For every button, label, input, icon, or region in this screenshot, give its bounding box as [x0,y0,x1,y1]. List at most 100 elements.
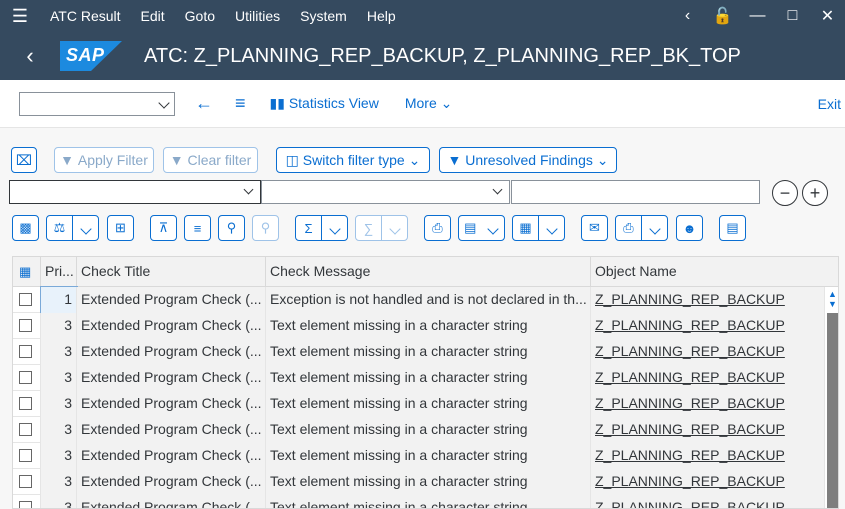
back-arrow-icon[interactable]: ‹ [0,43,60,69]
filter-list-icon[interactable]: ≡ [184,215,211,241]
collapse-left-icon[interactable]: ‹ [670,7,705,25]
menu-goto[interactable]: Goto [175,8,225,24]
object-name-cell[interactable]: Z_PLANNING_REP_BACKUP [591,469,825,495]
object-name-link[interactable]: Z_PLANNING_REP_BACKUP [595,499,785,508]
row-checkbox[interactable] [19,319,32,332]
object-name-link[interactable]: Z_PLANNING_REP_BACKUP [595,447,785,463]
export-dropdown-button[interactable]: ⎙ [615,215,668,241]
check-title-cell[interactable]: Extended Program Check (... [77,469,266,495]
maximize-icon[interactable]: □ [775,7,810,25]
check-title-cell[interactable]: Extended Program Check (... [77,495,266,508]
switch-filter-type-button[interactable]: ◫ Switch filter type ⌄ [276,147,430,173]
priority-cell[interactable]: 3 [41,443,77,469]
check-title-cell[interactable]: Extended Program Check (... [77,391,266,417]
hamburger-menu-icon[interactable]: ☰ [0,0,40,32]
vertical-scrollbar[interactable]: ▲ ▼ [824,287,838,508]
column-header-check-title[interactable]: Check Title [77,257,266,287]
object-name-cell[interactable]: Z_PLANNING_REP_BACKUP [591,287,825,313]
scroll-down-icon[interactable]: ▼ [825,299,838,309]
object-name-link[interactable]: Z_PLANNING_REP_BACKUP [595,291,785,307]
back-icon[interactable]: ← [195,93,213,114]
object-name-link[interactable]: Z_PLANNING_REP_BACKUP [595,395,785,411]
object-name-link[interactable]: Z_PLANNING_REP_BACKUP [595,317,785,333]
check-message-cell[interactable]: Text element missing in a character stri… [266,495,591,508]
clear-filter-button[interactable]: ▼ Clear filter [163,147,258,173]
more-button[interactable]: More ⌄ [405,95,453,112]
row-checkbox[interactable] [19,501,32,508]
print-icon[interactable]: ⎙ [424,215,451,241]
row-checkbox[interactable] [19,423,32,436]
exit-button[interactable]: Exit [818,96,841,112]
sort-ascending-icon[interactable]: ⊼ [150,215,177,241]
mail-icon[interactable]: ✉ [581,215,608,241]
object-name-cell[interactable]: Z_PLANNING_REP_BACKUP [591,339,825,365]
subtotal-dropdown-button[interactable]: ∑ [355,215,408,241]
column-header-priority[interactable]: Pri... [41,257,77,287]
object-name-link[interactable]: Z_PLANNING_REP_BACKUP [595,473,785,489]
table-row[interactable]: 1 Extended Program Check (... Exception is… [13,286,825,314]
priority-cell[interactable]: 3 [41,391,77,417]
remove-filter-row-icon[interactable]: − [772,180,798,206]
priority-cell[interactable]: 3 [41,469,77,495]
menu-utilities[interactable]: Utilities [225,8,290,24]
table-row[interactable]: 3 Extended Program Check (... Text element… [13,313,825,339]
row-checkbox[interactable] [19,449,32,462]
check-message-cell[interactable]: Text element missing in a character stri… [266,417,591,443]
object-name-link[interactable]: Z_PLANNING_REP_BACKUP [595,343,785,359]
transport-icon[interactable]: ≡ [235,93,246,114]
menu-atc-result[interactable]: ATC Result [40,8,131,24]
priority-cell[interactable]: 3 [41,417,77,443]
object-name-cell[interactable]: Z_PLANNING_REP_BACKUP [591,443,825,469]
check-title-cell[interactable]: Extended Program Check (... [77,339,266,365]
priority-cell[interactable]: 3 [41,495,77,508]
check-message-cell[interactable]: Text element missing in a character stri… [266,339,591,365]
close-filter-button[interactable]: ⌧ [11,147,37,173]
table-row[interactable]: 3 Extended Program Check (... Text element… [13,469,825,495]
add-filter-row-icon[interactable]: + [802,180,828,206]
command-field[interactable] [19,91,175,116]
check-message-cell[interactable]: Text element missing in a character stri… [266,391,591,417]
document-settings-icon[interactable]: ▤ [719,215,746,241]
row-checkbox[interactable] [19,371,32,384]
check-message-cell[interactable]: Exception is not handled and is not decl… [266,287,591,313]
filter-field-2[interactable] [261,180,510,204]
insert-icon[interactable]: ⊞ [107,215,134,241]
apply-filter-button[interactable]: ▼ Apply Filter [54,147,154,173]
details-icon[interactable]: ▩ [12,215,39,241]
search-next-icon[interactable]: ⚲ [252,215,279,241]
table-row[interactable]: 3 Extended Program Check (... Text element… [13,391,825,417]
column-header-object-name[interactable]: Object Name [591,257,838,287]
object-name-cell[interactable]: Z_PLANNING_REP_BACKUP [591,313,825,339]
row-checkbox[interactable] [19,475,32,488]
statistics-view-button[interactable]: ▮▮ Statistics View [270,95,379,112]
object-name-cell[interactable]: Z_PLANNING_REP_BACKUP [591,391,825,417]
check-title-cell[interactable]: Extended Program Check (... [77,287,266,313]
search-icon[interactable]: ⚲ [218,215,245,241]
sum-dropdown-button[interactable]: Σ [295,215,348,241]
object-name-cell[interactable]: Z_PLANNING_REP_BACKUP [591,495,825,508]
check-title-cell[interactable]: Extended Program Check (... [77,313,266,339]
priority-cell[interactable]: 3 [41,313,77,339]
table-row[interactable]: 3 Extended Program Check (... Text element… [13,365,825,391]
view-dropdown-button[interactable]: ▤ [458,215,505,241]
unlock-icon[interactable]: 🔓 [705,6,740,26]
filter-field-3[interactable] [511,180,760,204]
object-name-cell[interactable]: Z_PLANNING_REP_BACKUP [591,365,825,391]
object-name-link[interactable]: Z_PLANNING_REP_BACKUP [595,369,785,385]
priority-cell[interactable]: 1 [40,286,78,314]
table-row[interactable]: 3 Extended Program Check (... Text element… [13,417,825,443]
column-header-check-message[interactable]: Check Message [266,257,591,287]
priority-cell[interactable]: 3 [41,339,77,365]
object-name-cell[interactable]: Z_PLANNING_REP_BACKUP [591,417,825,443]
check-title-cell[interactable]: Extended Program Check (... [77,365,266,391]
row-checkbox[interactable] [19,397,32,410]
menu-edit[interactable]: Edit [131,8,175,24]
row-checkbox[interactable] [19,345,32,358]
sort-dropdown-button[interactable]: ⚖ [46,215,99,241]
check-message-cell[interactable]: Text element missing in a character stri… [266,469,591,495]
close-icon[interactable]: ✕ [810,6,845,26]
table-row[interactable]: 3 Extended Program Check (... Text element… [13,443,825,469]
layout-dropdown-button[interactable]: ▦ [512,215,565,241]
users-icon[interactable]: ☻ [676,215,703,241]
check-message-cell[interactable]: Text element missing in a character stri… [266,443,591,469]
